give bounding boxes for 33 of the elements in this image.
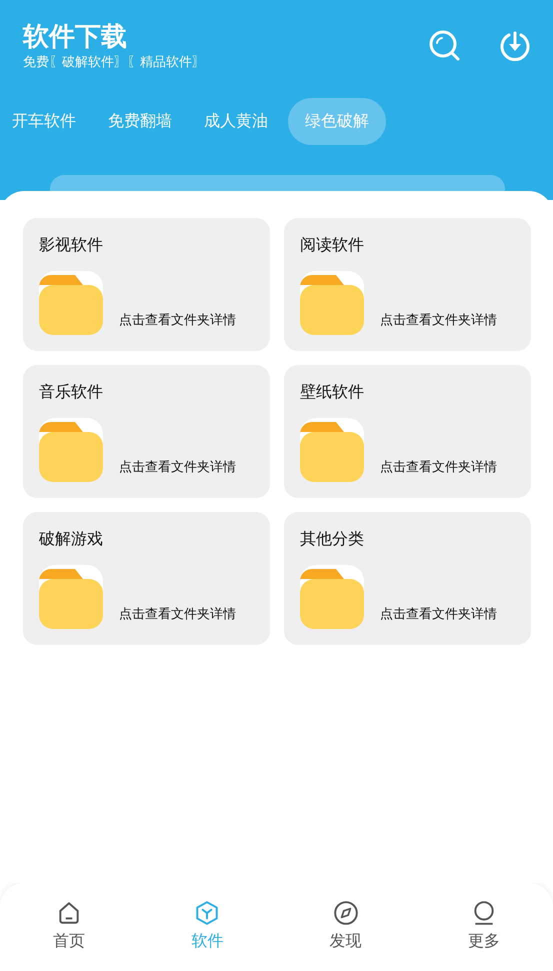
folder-icon bbox=[39, 565, 103, 629]
folder-icon bbox=[300, 418, 364, 482]
folder-name: 其他分类 bbox=[300, 529, 365, 549]
folder-hint: 点击查看文件夹详情 bbox=[380, 459, 497, 476]
folder-card[interactable]: 音乐软件 点击查看文件夹详情 bbox=[23, 365, 270, 498]
folder-name: 破解游戏 bbox=[39, 529, 104, 549]
download-icon[interactable] bbox=[499, 30, 531, 62]
folder-hint: 点击查看文件夹详情 bbox=[119, 312, 236, 329]
folder-icon bbox=[300, 271, 364, 335]
compass-icon bbox=[332, 900, 359, 926]
folder-card[interactable]: 壁纸软件 点击查看文件夹详情 bbox=[284, 365, 531, 498]
folder-icon bbox=[39, 418, 103, 482]
search-icon[interactable] bbox=[429, 30, 461, 62]
folder-name: 阅读软件 bbox=[300, 235, 365, 255]
nav-tab[interactable]: 首页 bbox=[0, 883, 138, 971]
nav-tab[interactable]: 发现 bbox=[276, 883, 415, 971]
folder-hint: 点击查看文件夹详情 bbox=[380, 606, 497, 623]
folder-card[interactable]: 其他分类 点击查看文件夹详情 bbox=[284, 512, 531, 645]
app-subtitle: 免费〖破解软件〗〖精品软件〗 bbox=[23, 54, 205, 72]
folder-name: 影视软件 bbox=[39, 235, 104, 255]
folder-hint: 点击查看文件夹详情 bbox=[119, 459, 236, 476]
folder-card[interactable]: 阅读软件 点击查看文件夹详情 bbox=[284, 218, 531, 351]
folder-icon bbox=[300, 565, 364, 629]
folder-card[interactable]: 影视软件 点击查看文件夹详情 bbox=[23, 218, 270, 351]
nav-tab[interactable]: 更多 bbox=[414, 883, 553, 971]
cube-icon bbox=[194, 900, 220, 926]
folder-hint: 点击查看文件夹详情 bbox=[119, 606, 236, 623]
folder-icon bbox=[39, 271, 103, 335]
folder-hint: 点击查看文件夹详情 bbox=[380, 312, 497, 329]
app-title: 软件下载 bbox=[23, 21, 128, 54]
folder-card[interactable]: 破解游戏 点击查看文件夹详情 bbox=[23, 512, 270, 645]
folder-name: 壁纸软件 bbox=[300, 382, 365, 402]
folder-name: 音乐软件 bbox=[39, 382, 104, 402]
